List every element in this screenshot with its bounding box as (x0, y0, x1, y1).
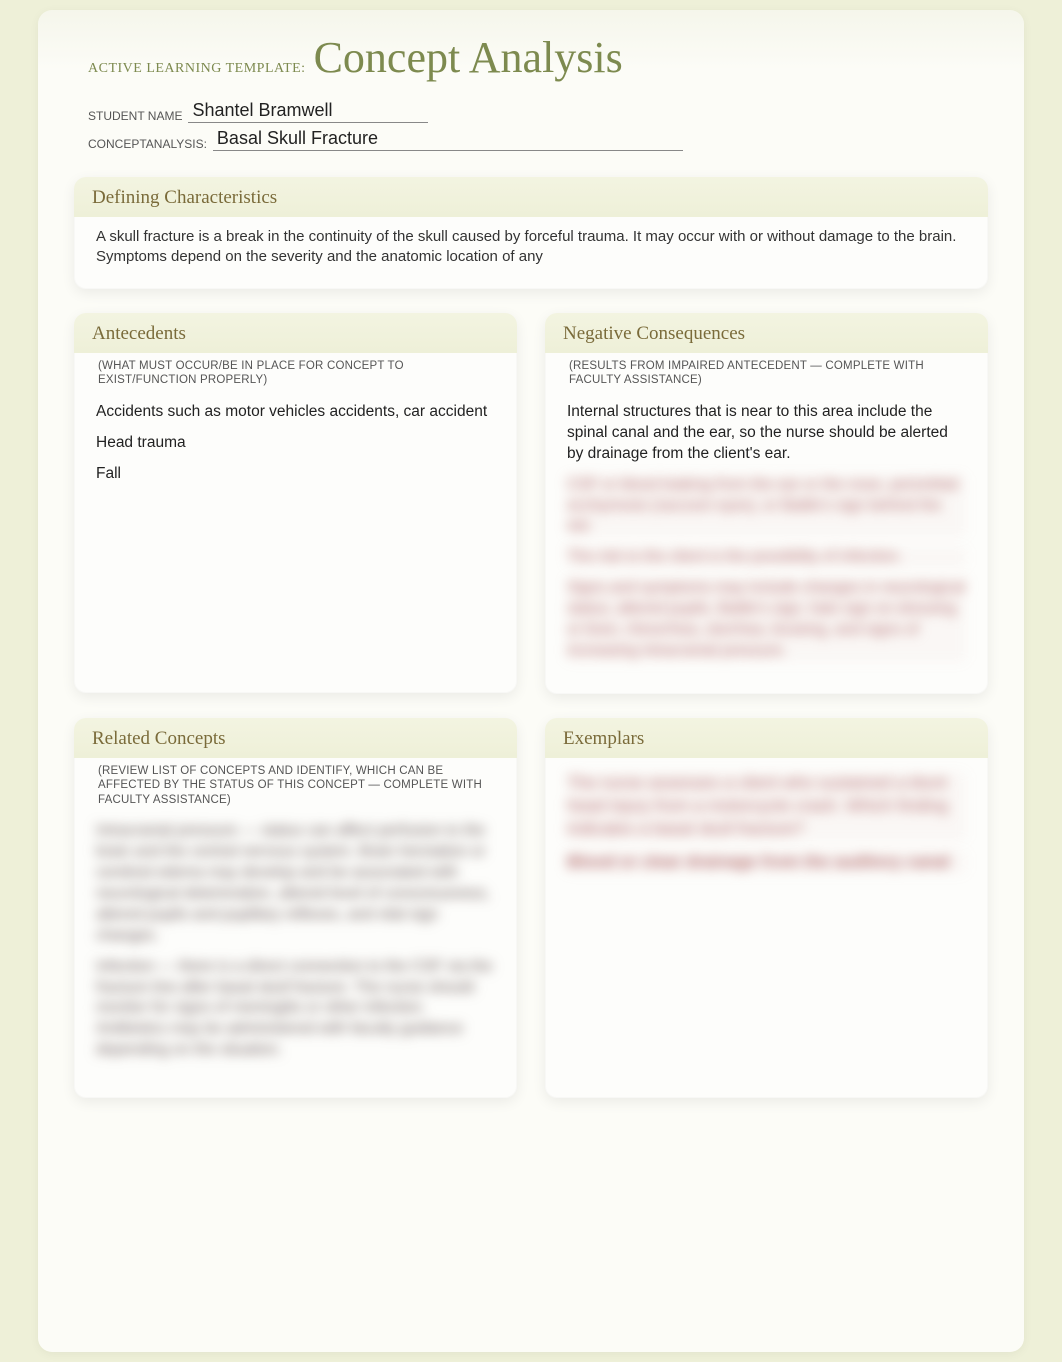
related-col: Related Concepts (REVIEW LIST OF CONCEPT… (74, 718, 517, 1122)
template-page: ACTIVE LEARNING TEMPLATE: Concept Analys… (38, 10, 1024, 1352)
page-title-row: ACTIVE LEARNING TEMPLATE: Concept Analys… (88, 32, 988, 83)
negative-col: Negative Consequences (RESULTS FROM IMPA… (545, 313, 988, 718)
row-antecedents-negative: Antecedents (WHAT MUST OCCUR/BE IN PLACE… (74, 313, 988, 718)
defining-header: Defining Characteristics (74, 177, 988, 217)
concept-name-value: Basal Skull Fracture (213, 129, 683, 151)
concept-name-label: CONCEPTANALYSIS: (88, 137, 207, 151)
negative-sub: (RESULTS FROM IMPAIRED ANTECEDENT — COMP… (545, 353, 988, 394)
exemplars-card: Exemplars The nurse assesses a client wh… (545, 718, 988, 1098)
antecedents-sub: (WHAT MUST OCCUR/BE IN PLACE FOR CONCEPT… (74, 353, 517, 394)
exemplars-blur1: The nurse assesses a client who sustaine… (567, 772, 966, 841)
negative-body: Internal structures that is near to this… (545, 394, 988, 676)
row-related-exemplars: Related Concepts (REVIEW LIST OF CONCEPT… (74, 718, 988, 1122)
related-sub: (REVIEW LIST OF CONCEPTS AND IDENTIFY, W… (74, 758, 517, 813)
exemplars-col: Exemplars The nurse assesses a client wh… (545, 718, 988, 1122)
concept-name-row: CONCEPTANALYSIS: Basal Skull Fracture (88, 129, 988, 151)
exemplars-blur2: Blood or clear drainage from the auditor… (567, 851, 966, 874)
related-blur2: Infection — there is a direct connection… (96, 957, 495, 1062)
exemplars-body: The nurse assesses a client who sustaine… (545, 758, 988, 888)
exemplars-header: Exemplars (545, 718, 988, 758)
antecedents-p3: Fall (96, 464, 495, 485)
meta-block: STUDENT NAME Shantel Bramwell CONCEPTANA… (88, 101, 988, 151)
title-prefix: ACTIVE LEARNING TEMPLATE: (88, 61, 306, 77)
negative-blur1: CSF or blood leaking from the ear or the… (567, 475, 966, 538)
antecedents-col: Antecedents (WHAT MUST OCCUR/BE IN PLACE… (74, 313, 517, 718)
negative-header: Negative Consequences (545, 313, 988, 353)
student-name-value: Shantel Bramwell (188, 101, 428, 123)
antecedents-p2: Head trauma (96, 433, 495, 454)
negative-p1: Internal structures that is near to this… (567, 402, 966, 465)
related-blur1: Intracranial pressure — status can affec… (96, 821, 495, 947)
antecedents-p1: Accidents such as motor vehicles acciden… (96, 402, 495, 423)
antecedents-card: Antecedents (WHAT MUST OCCUR/BE IN PLACE… (74, 313, 517, 693)
student-name-row: STUDENT NAME Shantel Bramwell (88, 101, 988, 123)
student-name-label: STUDENT NAME (88, 109, 182, 123)
antecedents-header: Antecedents (74, 313, 517, 353)
related-card: Related Concepts (REVIEW LIST OF CONCEPT… (74, 718, 517, 1098)
defining-body: A skull fracture is a break in the conti… (74, 217, 988, 272)
negative-blur3: Signs and symptoms may include changes i… (567, 578, 966, 662)
related-header: Related Concepts (74, 718, 517, 758)
related-body: Intracranial pressure — status can affec… (74, 813, 517, 1075)
negative-blur2: The risk to the client is the possibilit… (567, 547, 966, 568)
antecedents-body: Accidents such as motor vehicles acciden… (74, 394, 517, 499)
title-main: Concept Analysis (314, 32, 623, 83)
defining-card: Defining Characteristics A skull fractur… (74, 177, 988, 290)
negative-card: Negative Consequences (RESULTS FROM IMPA… (545, 313, 988, 694)
